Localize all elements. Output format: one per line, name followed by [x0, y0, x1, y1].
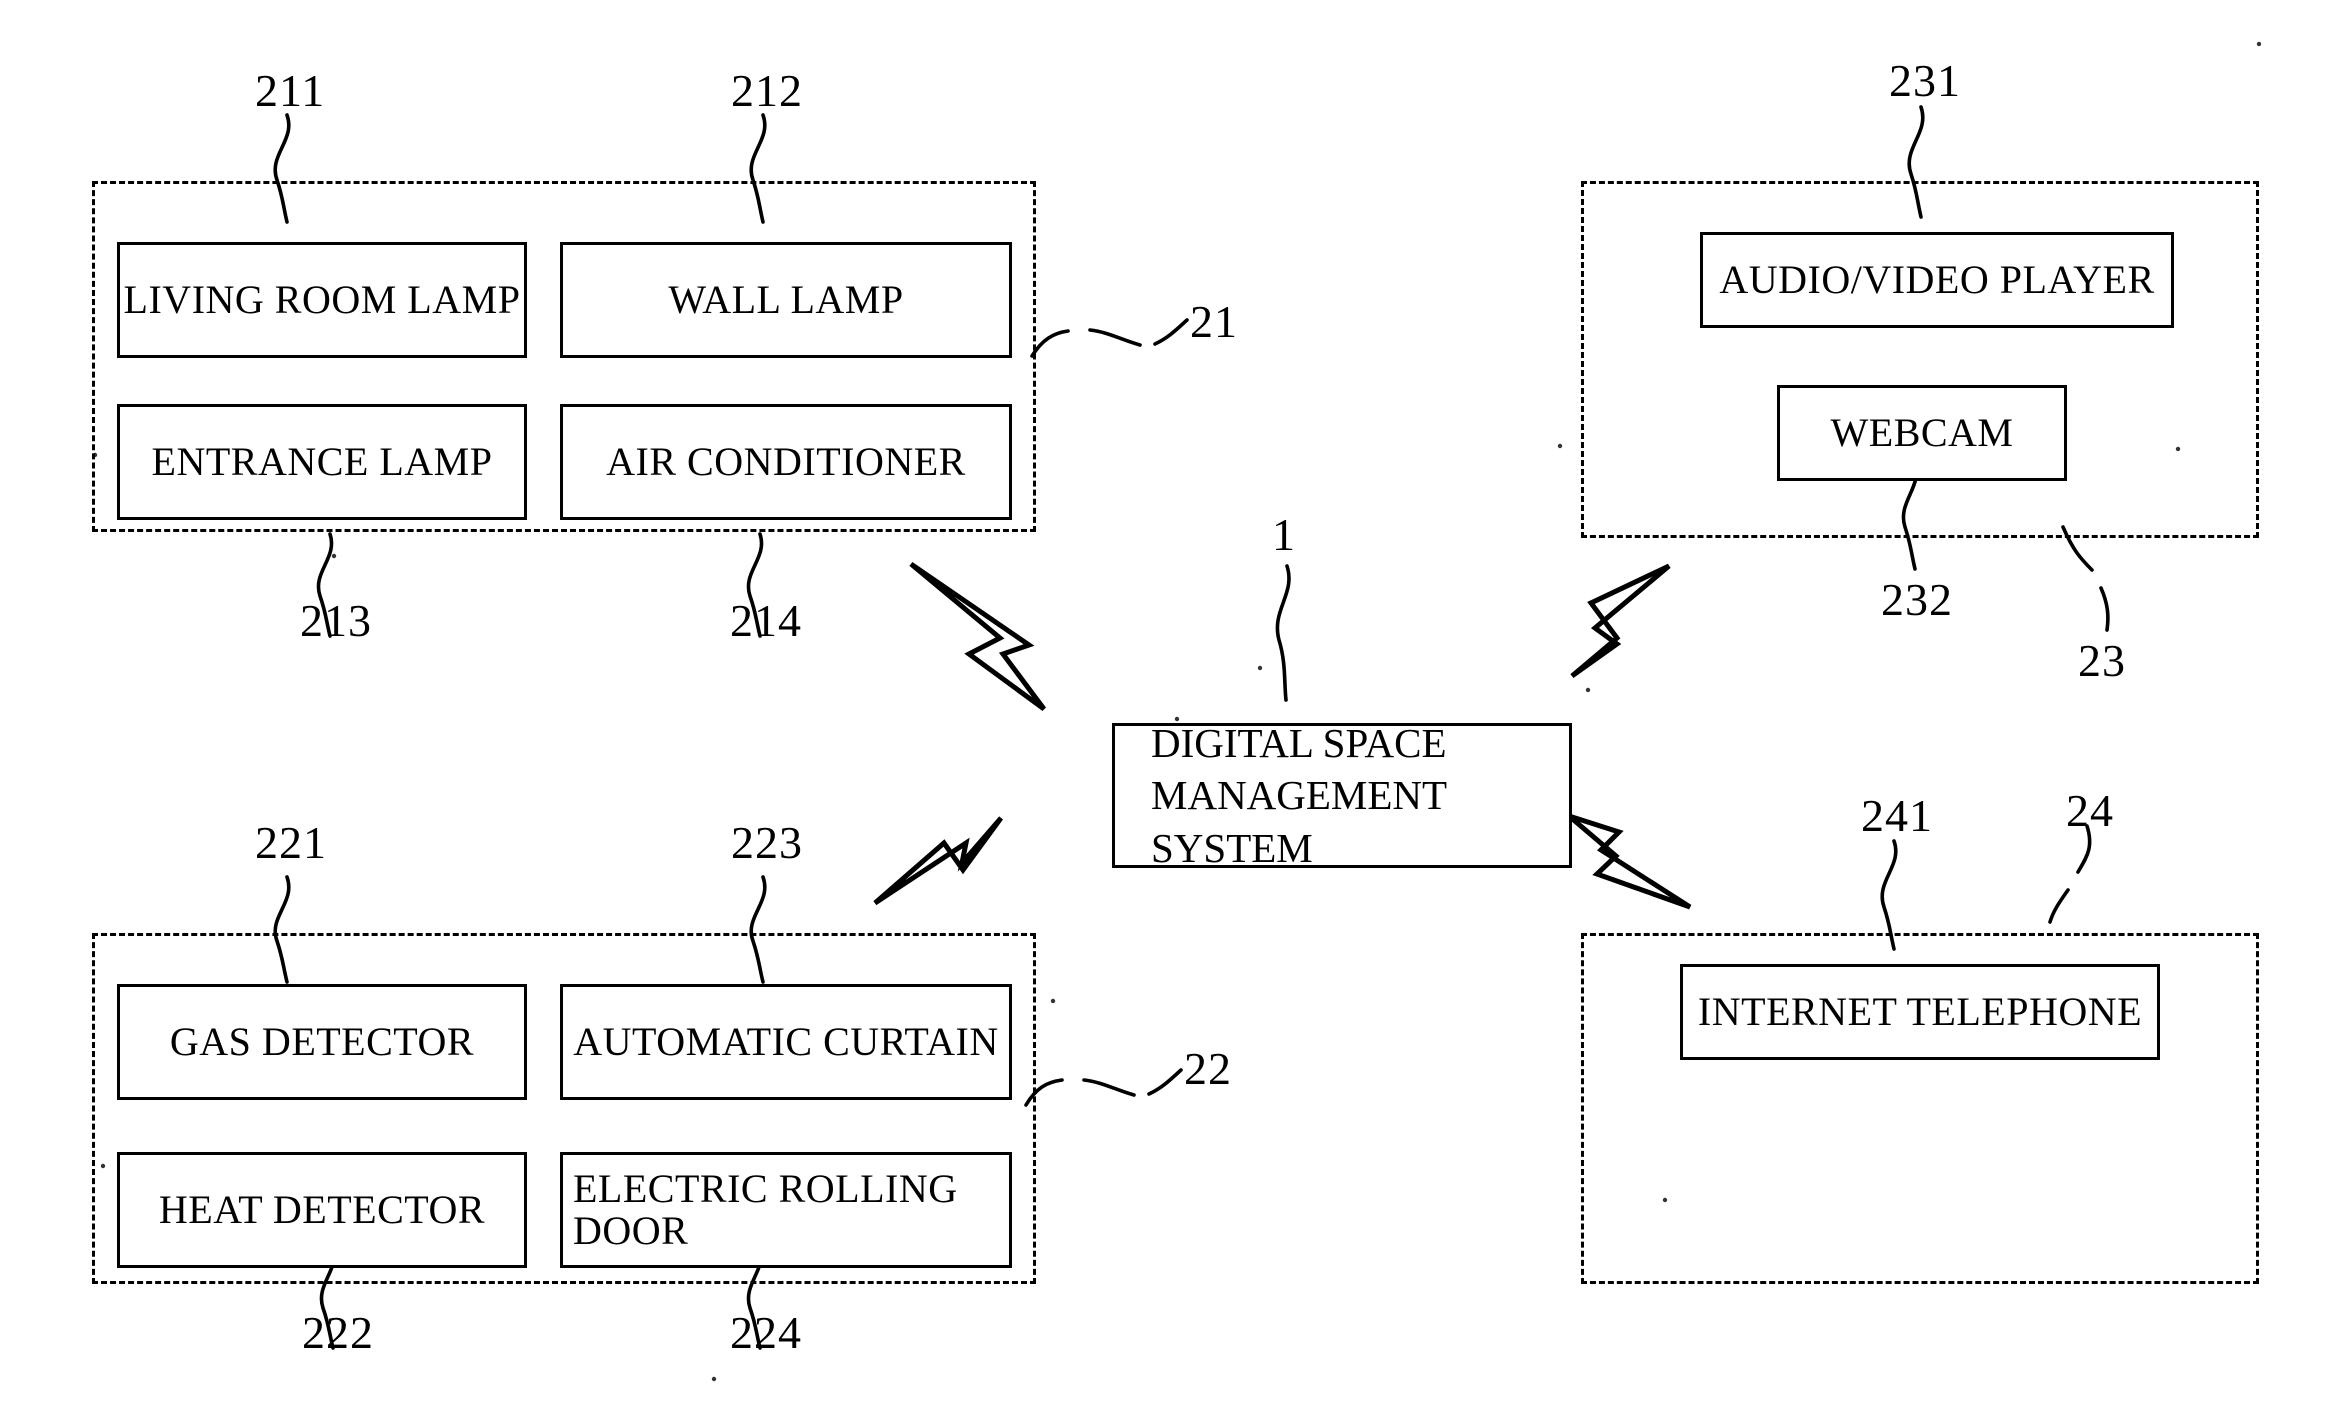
leader-line-1 [1275, 564, 1291, 702]
box-label-living-room-lamp: LIVING ROOM LAMP [123, 277, 521, 322]
box-internet-telephone[interactable]: INTERNET TELEPHONE [1680, 964, 2160, 1060]
leader-line-21c [1153, 318, 1189, 346]
box-label-electric-rolling-door: ELECTRIC ROLLING DOOR [573, 1166, 958, 1253]
box-audio-video-player[interactable]: AUDIO/VIDEO PLAYER [1700, 232, 2174, 328]
ref-num-211: 211 [255, 65, 326, 116]
box-digital-space-management-system[interactable]: DIGITAL SPACE MANAGEMENT SYSTEM [1112, 720, 1572, 871]
box-label-internet-telephone: INTERNET TELEPHONE [1697, 989, 2143, 1034]
leader-line-22c [1147, 1068, 1183, 1096]
box-label-gas-detector: GAS DETECTOR [169, 1019, 475, 1064]
ref-num-212: 212 [731, 65, 803, 116]
box-heat-detector[interactable]: HEAT DETECTOR [117, 1152, 527, 1268]
patent-figure-canvas: LIVING ROOM LAMP WALL LAMP ENTRANCE LAMP… [0, 0, 2335, 1427]
ref-num-1: 1 [1272, 509, 1296, 560]
box-automatic-curtain[interactable]: AUTOMATIC CURTAIN [560, 984, 1012, 1100]
box-living-room-lamp[interactable]: LIVING ROOM LAMP [117, 242, 527, 358]
lightning-bolt-icon-top-left [909, 561, 1047, 712]
ref-num-224: 224 [730, 1307, 802, 1358]
lightning-bolt-icon-bottom-left [873, 816, 1004, 906]
box-label-automatic-curtain: AUTOMATIC CURTAIN [573, 1019, 999, 1064]
lightning-bolt-icon-top-right [1570, 563, 1671, 679]
leader-line-22b [1082, 1078, 1136, 1097]
box-air-conditioner[interactable]: AIR CONDITIONER [560, 404, 1012, 520]
box-label-air-conditioner: AIR CONDITIONER [606, 439, 966, 484]
box-gas-detector[interactable]: GAS DETECTOR [117, 984, 527, 1100]
box-label-entrance-lamp: ENTRANCE LAMP [151, 439, 493, 484]
ref-num-222: 222 [302, 1307, 374, 1358]
leader-line-21 [1030, 329, 1070, 358]
box-electric-rolling-door[interactable]: ELECTRIC ROLLING DOOR [560, 1152, 1012, 1268]
leader-line-23b [2099, 586, 2110, 632]
ref-num-24: 24 [2066, 785, 2114, 836]
ref-num-221: 221 [255, 817, 327, 868]
lightning-bolt-icon-bottom-right [1567, 813, 1692, 910]
box-label-heat-detector: HEAT DETECTOR [158, 1187, 486, 1232]
ref-num-23: 23 [2078, 635, 2126, 686]
ref-num-223: 223 [731, 817, 803, 868]
box-label-digital-space-management-system: DIGITAL SPACE MANAGEMENT SYSTEM [1151, 719, 1447, 871]
box-label-wall-lamp: WALL LAMP [668, 277, 904, 322]
box-wall-lamp[interactable]: WALL LAMP [560, 242, 1012, 358]
ref-num-22: 22 [1184, 1043, 1232, 1094]
ref-num-213: 213 [300, 595, 372, 646]
ref-num-214: 214 [730, 595, 802, 646]
ref-num-231: 231 [1889, 55, 1961, 106]
ref-num-232: 232 [1881, 574, 1953, 625]
leader-line-24b [2048, 888, 2070, 924]
box-webcam[interactable]: WEBCAM [1777, 385, 2067, 481]
ref-num-241: 241 [1861, 790, 1933, 841]
box-entrance-lamp[interactable]: ENTRANCE LAMP [117, 404, 527, 520]
ref-num-21: 21 [1190, 296, 1238, 347]
box-label-audio-video-player: AUDIO/VIDEO PLAYER [1719, 257, 2155, 302]
leader-line-21b [1088, 328, 1142, 347]
box-label-webcam: WEBCAM [1830, 410, 2014, 455]
